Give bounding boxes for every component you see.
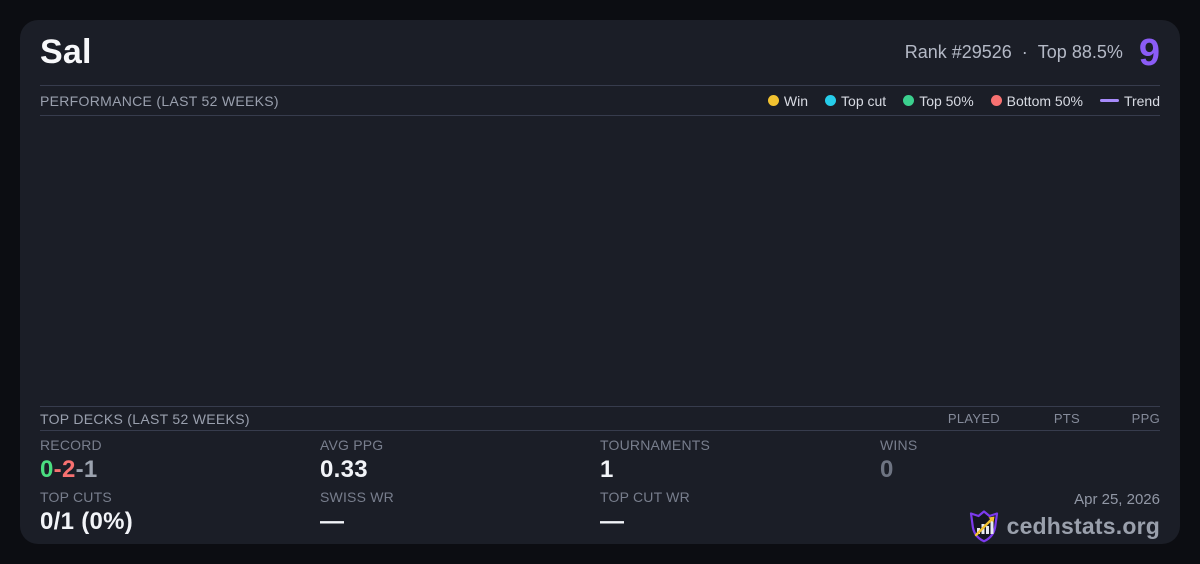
legend-label: Top cut [841, 92, 887, 109]
stat-label: SWISS WR [320, 489, 394, 505]
win-dot-icon [767, 95, 779, 106]
legend-label: Bottom 50% [1006, 92, 1083, 109]
stat-label: WINS [880, 437, 918, 453]
stat-value: — [600, 508, 625, 535]
top-decks-columns: PLAYED PTS PPG [920, 411, 1160, 426]
cedhstats-logo-icon [969, 510, 999, 543]
stat-label: TOP CUTS [40, 489, 112, 505]
performance-title: PERFORMANCE (LAST 52 WEEKS) [40, 92, 279, 109]
column-header-ppg: PPG [1131, 411, 1160, 426]
trend-line-icon [1099, 99, 1119, 102]
legend-label: Win [783, 92, 809, 109]
record-wins: 0 [40, 456, 54, 483]
header-right: Rank #29526 · Top 88.5% 9 [905, 34, 1160, 72]
stat-top-cuts: TOP CUTS 0/1 (0%) [40, 489, 320, 550]
record-value: 0-2-1 [40, 456, 320, 484]
stat-label: AVG PPG [320, 437, 384, 453]
brand-link[interactable]: cedhstats.org [969, 510, 1160, 543]
player-stats-card: Sal Rank #29526 · Top 88.5% 9 PERFORMANC… [20, 20, 1180, 544]
performance-header: PERFORMANCE (LAST 52 WEEKS) Win Top cut … [40, 86, 1160, 116]
stat-value: — [320, 508, 345, 535]
rank-text: Rank #29526 [904, 42, 1012, 62]
column-header-pts: PTS [1053, 411, 1080, 426]
stat-swiss-wr: SWISS WR — [320, 489, 600, 550]
legend-item-top-cut[interactable]: Top cut [825, 93, 886, 109]
stats-grid: RECORD 0-2-1 AVG PPG 0.33 TOURNAMENTS 1 … [40, 431, 1160, 544]
stat-value: 0 [880, 456, 894, 483]
rank-line: Rank #29526 · Top 88.5% [905, 42, 1123, 63]
legend-label: Trend [1123, 92, 1160, 109]
stat-label: RECORD [40, 437, 102, 453]
stat-wins: WINS 0 [880, 437, 1160, 489]
brand-text: cedhstats.org [1006, 513, 1160, 539]
player-name: Sal [40, 33, 92, 71]
stat-value: 0.33 [320, 456, 368, 483]
score-badge: 9 [1138, 31, 1160, 74]
legend-item-bottom50[interactable]: Bottom 50% [990, 92, 1083, 109]
legend-label: Top 50% [919, 92, 974, 109]
stat-value: 1 [600, 456, 614, 483]
snapshot-date: Apr 25, 2026 [1074, 491, 1160, 508]
stat-value: 0/1 (0%) [40, 508, 134, 535]
stat-label: TOP CUT WR [600, 489, 690, 505]
stat-label: TOURNAMENTS [600, 437, 711, 453]
top-decks-header: TOP DECKS (LAST 52 WEEKS) PLAYED PTS PPG [40, 406, 1160, 431]
legend-item-top50[interactable]: Top 50% [903, 92, 974, 109]
stat-avg-ppg: AVG PPG 0.33 [320, 437, 600, 489]
top-percent-text: Top 88.5% [1037, 42, 1123, 62]
top-decks-title: TOP DECKS (LAST 52 WEEKS) [40, 410, 250, 427]
card-header: Sal Rank #29526 · Top 88.5% 9 [40, 20, 1160, 86]
performance-chart-area [40, 116, 1160, 406]
legend-item-trend[interactable]: Trend [1099, 92, 1160, 109]
footer-cell: Apr 25, 2026 cedhstats.org [880, 489, 1160, 550]
chart-legend: Win Top cut Top 50% Bottom 50% Trend [767, 92, 1160, 109]
record-draws: -1 [75, 456, 98, 483]
stat-tournaments: TOURNAMENTS 1 [600, 437, 880, 489]
bottom50-dot-icon [990, 95, 1002, 106]
top-cut-dot-icon [825, 95, 837, 106]
rank-separator: · [1021, 42, 1028, 62]
record-losses: -2 [53, 456, 76, 483]
stat-record: RECORD 0-2-1 [40, 437, 320, 489]
column-header-played: PLAYED [947, 411, 1000, 426]
legend-item-win[interactable]: Win [767, 92, 809, 109]
stat-top-cut-wr: TOP CUT WR — [600, 489, 880, 550]
top50-dot-icon [903, 95, 915, 106]
